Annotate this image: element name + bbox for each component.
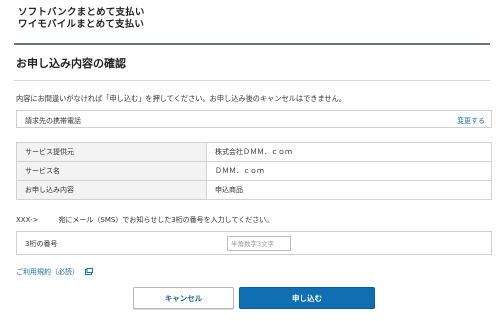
otp-instruction-text: 宛にメール（SMS）でお知らせした3桁の番号を入力してください。 (58, 216, 274, 224)
otp-instruction: XXX-> 宛にメール（SMS）でお知らせした3桁の番号を入力してください。 (16, 215, 273, 225)
app-header: ソフトバンクまとめて支払い ワイモバイルまとめて支払い (0, 0, 500, 40)
billing-phone-label: 請求先の携帯電話 (25, 117, 81, 125)
table-row: サービス名 ＤＭＭ．ｃｏｍ (16, 161, 492, 181)
title-divider (14, 80, 490, 81)
terms-link[interactable]: ご利用規約（必読） (16, 267, 94, 277)
detail-value: 申込商品 (206, 180, 492, 200)
page-title: お申し込み内容の確認 (16, 57, 126, 70)
submit-button[interactable]: 申し込む (239, 287, 375, 309)
external-window-icon (85, 267, 94, 277)
intro-text: 内容にお間違いがなければ「申し込む」を押してください。お申し込み後のキャンセルは… (16, 94, 346, 103)
detail-label: サービス名 (16, 161, 207, 181)
billing-phone-row: 請求先の携帯電話 変更する (16, 110, 492, 128)
service-name-ymobile: ワイモバイルまとめて支払い (18, 19, 145, 30)
table-row: お申し込み内容 申込商品 (16, 180, 492, 200)
header-divider (14, 43, 490, 45)
detail-label: サービス提供元 (16, 142, 207, 162)
table-row: サービス提供元 株式会社ＤＭＭ．ｃｏｍ (16, 142, 492, 162)
code-entry-row: 3桁の番号 (16, 231, 492, 255)
verification-code-input[interactable] (227, 236, 291, 251)
detail-label: お申し込み内容 (16, 180, 207, 200)
change-phone-link[interactable]: 変更する (457, 116, 485, 126)
masked-phone-prefix: XXX-> (16, 216, 39, 224)
code-label: 3桁の番号 (25, 240, 58, 248)
cancel-button[interactable]: キャンセル (133, 287, 234, 309)
terms-link-label: ご利用規約（必読） (16, 268, 79, 276)
order-details-table: サービス提供元 株式会社ＤＭＭ．ｃｏｍ サービス名 ＤＭＭ．ｃｏｍ お申し込み内… (16, 142, 492, 200)
detail-value: 株式会社ＤＭＭ．ｃｏｍ (206, 142, 492, 162)
detail-value: ＤＭＭ．ｃｏｍ (206, 161, 492, 181)
